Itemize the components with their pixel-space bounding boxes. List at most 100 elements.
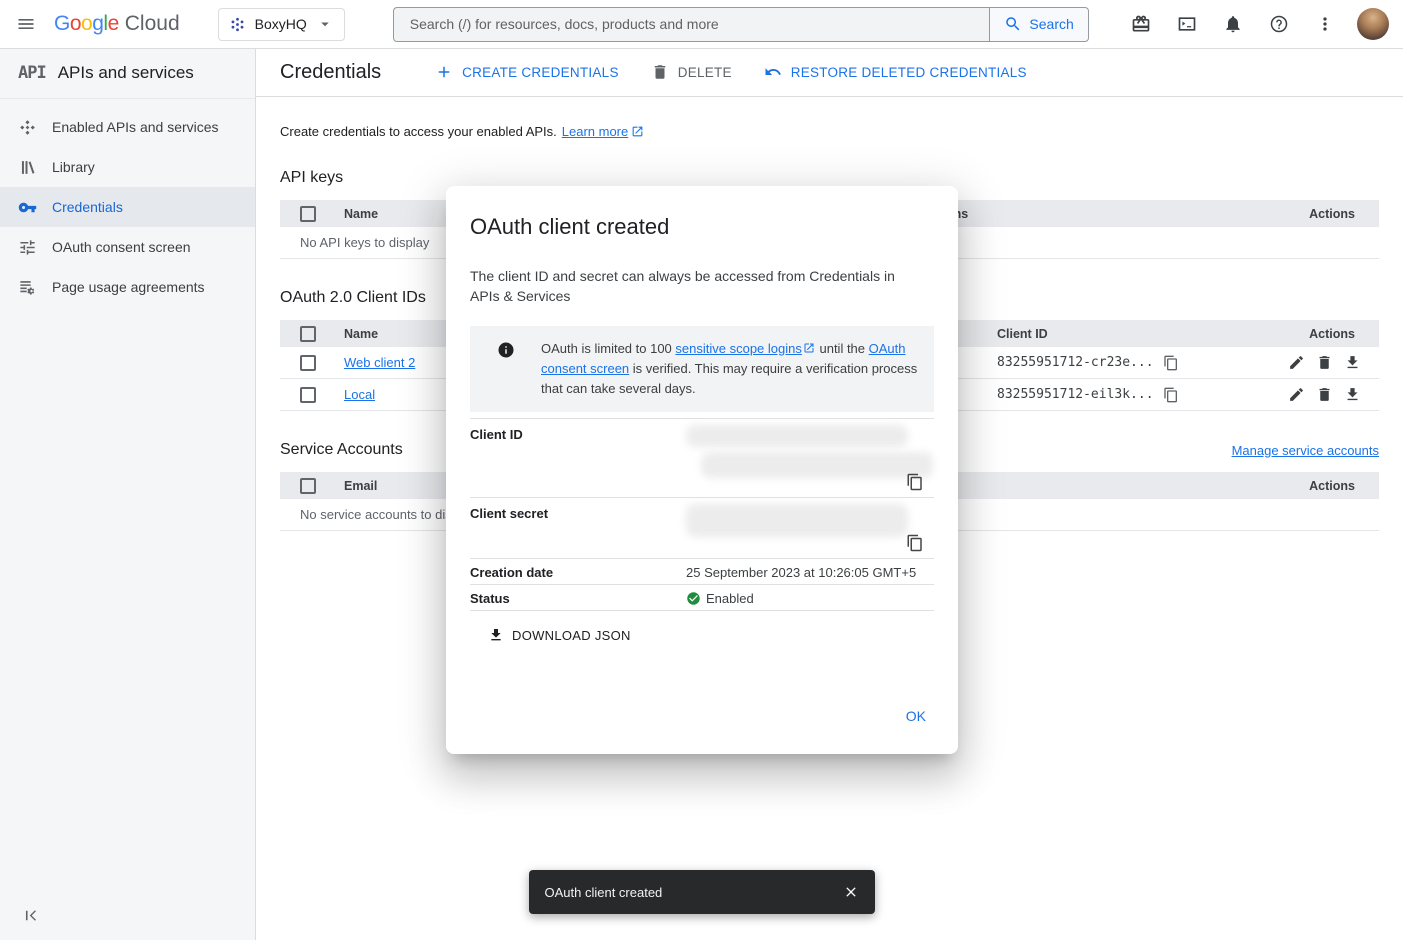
client-id-redacted: [686, 425, 908, 447]
client-id-value: 83255951712-cr23e...: [997, 355, 1154, 370]
collapse-sidebar-button[interactable]: [12, 896, 50, 934]
help-icon: [1269, 14, 1289, 34]
more-vert-icon: [1315, 14, 1335, 34]
client-id-value: 83255951712-eil3k...: [997, 387, 1154, 402]
client-secret-label: Client secret: [470, 504, 686, 521]
creation-date-row: Creation date 25 September 2023 at 10:26…: [470, 559, 934, 585]
logo-letter: G: [54, 12, 70, 36]
manage-service-accounts-link[interactable]: Manage service accounts: [1232, 443, 1379, 458]
cloud-shell-button[interactable]: [1165, 2, 1209, 46]
chevron-down-icon: [316, 15, 334, 33]
logo-letter: e: [108, 12, 119, 36]
key-icon: [18, 198, 37, 217]
external-link-icon: [631, 125, 644, 138]
service-accounts-title: Service Accounts: [280, 441, 403, 459]
client-secret-redacted: [686, 504, 908, 537]
more-options-button[interactable]: [1303, 2, 1347, 46]
logo-letter: g: [92, 12, 103, 36]
trash-icon: [1316, 354, 1333, 371]
download-icon: [488, 627, 504, 643]
page-title: Credentials: [280, 61, 381, 84]
download-icon: [1344, 386, 1361, 403]
sidebar-nav: Enabled APIs and services Library Creden…: [0, 99, 255, 307]
trash-icon: [651, 63, 669, 81]
library-icon: [18, 158, 37, 177]
copy-icon: [906, 473, 924, 491]
offers-button[interactable]: [1119, 2, 1163, 46]
sidebar-item-oauth-consent-screen[interactable]: OAuth consent screen: [0, 227, 255, 267]
oauth-client-link[interactable]: Local: [344, 387, 375, 402]
download-row-button[interactable]: [1344, 354, 1361, 371]
snackbar-toast: OAuth client created: [529, 870, 875, 914]
project-icon: [229, 16, 246, 33]
select-all-checkbox[interactable]: [300, 326, 316, 342]
pencil-icon: [1288, 386, 1305, 403]
delete-row-button[interactable]: [1316, 386, 1333, 403]
select-all-checkbox[interactable]: [300, 478, 316, 494]
sidebar-item-credentials[interactable]: Credentials: [0, 187, 255, 227]
copy-client-secret-button[interactable]: [906, 534, 924, 552]
check-circle-icon: [686, 591, 701, 606]
ok-button[interactable]: OK: [898, 700, 934, 732]
google-cloud-logo[interactable]: Google Cloud: [54, 12, 180, 36]
credential-fields: Client ID Client secret Creation date 25…: [470, 418, 934, 611]
copy-icon: [1163, 355, 1179, 371]
sensitive-scope-logins-link[interactable]: sensitive scope logins: [675, 341, 801, 356]
sidebar-item-label: Library: [52, 159, 95, 175]
page-header: Credentials CREATE CREDENTIALS DELETE RE…: [256, 48, 1403, 97]
gift-icon: [1131, 14, 1151, 34]
restore-deleted-credentials-button[interactable]: RESTORE DELETED CREDENTIALS: [752, 55, 1039, 89]
search-input[interactable]: [393, 7, 990, 42]
intro-text: Create credentials to access your enable…: [280, 124, 1379, 139]
copy-client-id-button[interactable]: [1163, 387, 1179, 403]
row-checkbox[interactable]: [300, 355, 316, 371]
copy-client-id-button[interactable]: [906, 473, 924, 491]
download-json-button[interactable]: DOWNLOAD JSON: [482, 623, 637, 647]
sidebar: API APIs and services Enabled APIs and s…: [0, 48, 256, 940]
bell-icon: [1223, 14, 1243, 34]
copy-icon: [906, 534, 924, 552]
oauth-client-link[interactable]: Web client 2: [344, 355, 415, 370]
help-button[interactable]: [1257, 2, 1301, 46]
project-selector[interactable]: BoxyHQ: [218, 8, 345, 41]
topbar: Google Cloud BoxyHQ Search: [0, 0, 1403, 49]
app-window: Google Cloud BoxyHQ Search API A: [0, 0, 1403, 940]
close-icon: [843, 884, 859, 900]
copy-client-id-button[interactable]: [1163, 355, 1179, 371]
sidebar-item-library[interactable]: Library: [0, 147, 255, 187]
undo-icon: [764, 63, 782, 81]
learn-more-link[interactable]: Learn more: [562, 124, 628, 139]
delete-row-button[interactable]: [1316, 354, 1333, 371]
search-button[interactable]: Search: [989, 7, 1088, 42]
client-id-redacted: [701, 452, 933, 478]
sidebar-item-page-usage-agreements[interactable]: Page usage agreements: [0, 267, 255, 307]
api-section-logo: API: [18, 63, 46, 83]
toast-close-button[interactable]: [833, 874, 869, 910]
column-header-actions: Actions: [1309, 479, 1379, 493]
logo-letter: o: [81, 12, 92, 36]
download-icon: [1344, 354, 1361, 371]
collapse-panel-icon: [22, 906, 41, 925]
status-value: Enabled: [706, 591, 754, 606]
account-avatar[interactable]: [1357, 8, 1389, 40]
row-checkbox[interactable]: [300, 387, 316, 403]
sidebar-item-enabled-apis[interactable]: Enabled APIs and services: [0, 107, 255, 147]
select-all-checkbox[interactable]: [300, 206, 316, 222]
enabled-apis-icon: [18, 118, 37, 137]
pencil-icon: [1288, 354, 1305, 371]
dialog-title: OAuth client created: [470, 214, 934, 240]
main-menu-button[interactable]: [4, 2, 48, 46]
sidebar-item-label: Page usage agreements: [52, 279, 205, 295]
delete-button[interactable]: DELETE: [639, 55, 744, 89]
search-icon: [1004, 15, 1022, 33]
download-row-button[interactable]: [1344, 386, 1361, 403]
edit-button[interactable]: [1288, 354, 1305, 371]
notifications-button[interactable]: [1211, 2, 1255, 46]
edit-button[interactable]: [1288, 386, 1305, 403]
global-search: Search: [393, 7, 1089, 42]
sidebar-item-label: Credentials: [52, 199, 123, 215]
oauth-client-created-dialog: OAuth client created The client ID and s…: [446, 186, 958, 754]
create-credentials-button[interactable]: CREATE CREDENTIALS: [423, 55, 631, 89]
agreements-icon: [18, 278, 37, 297]
creation-date-label: Creation date: [470, 563, 686, 580]
